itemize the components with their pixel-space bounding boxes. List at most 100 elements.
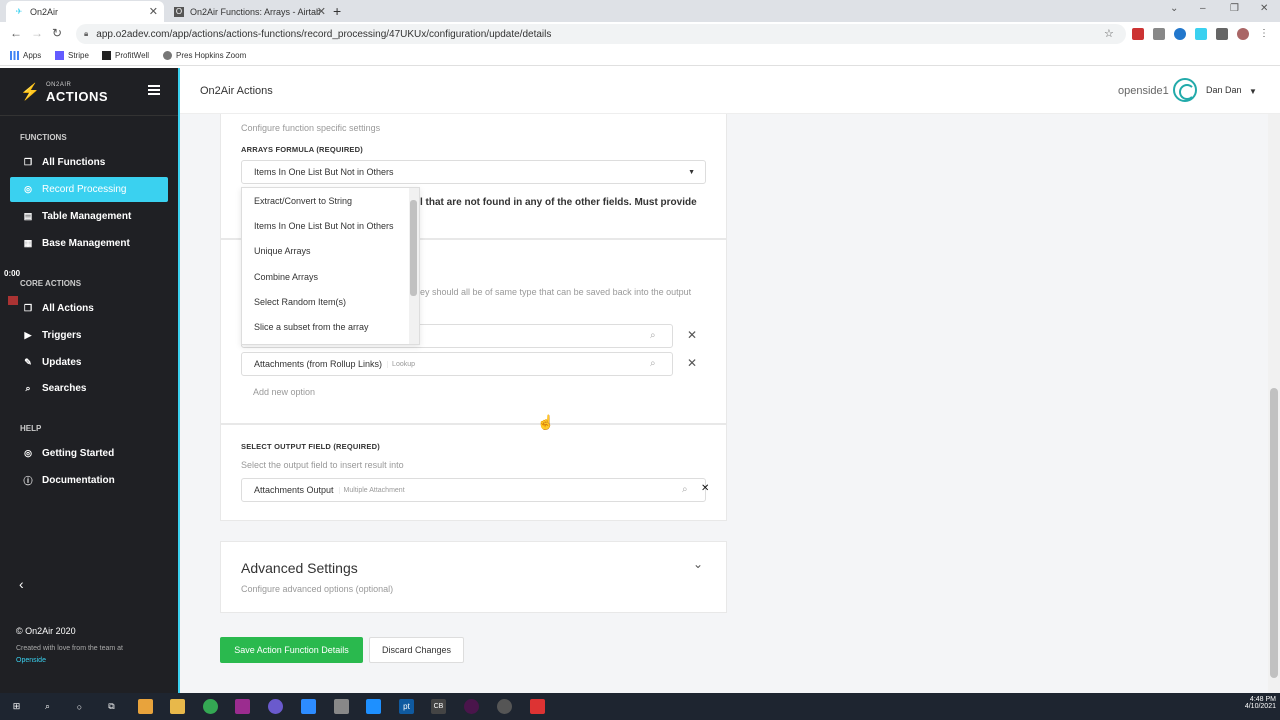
profitwell-icon [102, 51, 111, 60]
input-field-select[interactable]: Attachments (from Rollup Links) Lookup [241, 352, 673, 376]
hamburger-menu-icon[interactable] [148, 85, 160, 97]
minimize-icon[interactable]: – [1200, 3, 1206, 14]
extension-icon[interactable] [1174, 28, 1186, 40]
slack-icon[interactable] [464, 699, 479, 714]
file-explorer-icon[interactable] [170, 699, 185, 714]
dropdown-option[interactable]: Items In One List But Not in Others [242, 213, 419, 238]
workspace-avatar[interactable] [1173, 78, 1197, 102]
scrollbar-thumb[interactable] [1270, 388, 1278, 678]
bookmark-stripe[interactable]: Stripe [55, 51, 89, 60]
search-icon[interactable]: ⌕ [650, 358, 656, 369]
advanced-settings-card[interactable] [220, 541, 727, 613]
bookmark-zoom[interactable]: Pres Hopkins Zoom [163, 51, 246, 60]
sidebar-item-triggers[interactable]: ▶ Triggers [10, 323, 168, 348]
user-menu-caret-icon[interactable]: ▼ [1249, 87, 1257, 96]
footer-love-text: Created with love from the team at [16, 645, 123, 652]
back-icon[interactable]: ← [10, 26, 22, 40]
remove-field-icon[interactable]: ✕ [687, 356, 697, 370]
hand-cursor-icon: ☝ [537, 414, 555, 430]
mail-app-icon[interactable] [138, 699, 153, 714]
windows-start-icon[interactable]: ⊞ [9, 699, 24, 714]
app-header: On2Air Actions openside1 Dan Dan ▼ [180, 68, 1280, 114]
puzzle-icon[interactable] [1216, 28, 1228, 40]
save-button[interactable]: Save Action Function Details [220, 637, 363, 663]
page-title: On2Air Actions [200, 85, 273, 97]
profile-avatar-icon[interactable] [1237, 28, 1249, 40]
url-bar[interactable]: 🔒︎ app.o2adev.com/app/actions/actions-fu… [76, 24, 1126, 44]
footer-openside-link[interactable]: Openside [16, 657, 46, 664]
window-close-icon[interactable]: ✕ [1260, 3, 1268, 14]
sidebar-item-table-management[interactable]: ▤ Table Management [10, 204, 168, 229]
profile-dropdown-icon[interactable]: ⌄ [1170, 3, 1178, 14]
input-field-value: Attachments (from Rollup Links) [254, 359, 383, 369]
arrays-formula-select[interactable]: Items In One List But Not in Others ▼ [241, 160, 706, 184]
workspace-name[interactable]: openside1 [1118, 85, 1169, 97]
sidebar-item-getting-started[interactable]: ◎ Getting Started [10, 441, 168, 466]
extension-icon[interactable] [1153, 28, 1165, 40]
bookmark-star-icon[interactable]: ☆ [1104, 27, 1114, 40]
brand-logo[interactable]: ⚡ ON2AIR ACTIONS [20, 82, 108, 104]
cortana-icon[interactable]: ○ [72, 699, 87, 714]
dropdown-scrollbar[interactable] [409, 188, 419, 344]
sidebar-item-updates[interactable]: ✎ Updates [10, 350, 168, 375]
dropdown-option[interactable]: Combine Arrays [242, 264, 419, 289]
sidebar-item-base-management[interactable]: ▦ Base Management [10, 231, 168, 256]
recording-timer: 0:00 [4, 269, 21, 278]
forward-icon[interactable]: → [31, 26, 43, 40]
output-field-label: SELECT OUTPUT FIELD (REQUIRED) [241, 442, 380, 451]
menu-icon[interactable]: ⋮ [1259, 28, 1271, 40]
github-icon[interactable] [497, 699, 512, 714]
extension-icon[interactable] [1132, 28, 1144, 40]
search-icon[interactable]: ⌕ [682, 484, 688, 495]
chevron-down-icon[interactable]: ⌄ [693, 557, 703, 571]
sidebar-item-documentation[interactable]: ⓘ Documentation [10, 468, 168, 493]
reload-icon[interactable]: ↻ [52, 26, 62, 40]
dropdown-option[interactable]: Slice a subset from the array [242, 314, 419, 339]
dropdown-option[interactable]: Extract/Convert to String [242, 188, 419, 213]
browser-tab[interactable]: O On2Air Functions: Arrays - Airtab ✕ [166, 1, 332, 22]
search-icon[interactable]: ⌕ [40, 699, 55, 714]
add-new-option-link[interactable]: Add new option [253, 387, 315, 397]
app-icon[interactable] [366, 699, 381, 714]
browser-tab-active[interactable]: ✈ On2Air ✕ [6, 1, 164, 22]
sidebar-item-label: Record Processing [42, 184, 127, 195]
pycharm-icon[interactable] [235, 699, 250, 714]
sidebar-item-all-actions[interactable]: ❐ All Actions [10, 296, 168, 321]
bookmark-apps[interactable]: Apps [10, 51, 41, 60]
remove-field-icon[interactable]: ✕ [687, 328, 697, 342]
user-name[interactable]: Dan Dan [1206, 85, 1242, 95]
scrollbar-thumb[interactable] [410, 200, 417, 296]
dropdown-option[interactable]: Unique Arrays [242, 239, 419, 264]
pt-app-icon[interactable]: pt [399, 699, 414, 714]
clear-output-icon[interactable]: ✕ [701, 483, 709, 494]
page-scrollbar[interactable] [1268, 114, 1280, 693]
chrome-icon[interactable] [203, 699, 218, 714]
search-icon[interactable]: ⌕ [650, 330, 656, 341]
advanced-settings-desc: Configure advanced options (optional) [241, 584, 394, 594]
dropdown-option[interactable]: Select Random Item(s) [242, 289, 419, 314]
restore-icon[interactable]: ❐ [1230, 3, 1239, 14]
tab-close-icon[interactable]: ✕ [149, 5, 158, 18]
target-icon: ◎ [24, 448, 32, 458]
app-icon[interactable] [530, 699, 545, 714]
bookmark-profitwell[interactable]: ProfitWell [102, 51, 149, 60]
tab-title: On2Air [30, 6, 59, 17]
new-tab-icon[interactable]: + [333, 3, 341, 19]
output-field-select[interactable]: Attachments Output Multiple Attachment [241, 478, 706, 502]
tab-close-icon[interactable]: ✕ [317, 5, 326, 18]
extension-icon[interactable] [1195, 28, 1207, 40]
system-clock[interactable]: 4:48 PM 4/10/2021 [1236, 696, 1276, 710]
app-icon[interactable] [268, 699, 283, 714]
sidebar-item-all-functions[interactable]: ❐ All Functions [10, 150, 168, 175]
sidebar-item-record-processing[interactable]: ◎ Record Processing [10, 177, 168, 202]
collapse-sidebar-icon[interactable]: ‹ [19, 576, 24, 592]
app-icon[interactable] [334, 699, 349, 714]
zoom-icon[interactable] [301, 699, 316, 714]
on2air-logo-icon: ⚡ [20, 84, 40, 101]
task-view-icon[interactable]: ⧉ [104, 699, 119, 714]
sidebar-item-searches[interactable]: ⌕ Searches [10, 376, 168, 401]
cb-app-icon[interactable]: CB [431, 699, 446, 714]
discard-changes-button[interactable]: Discard Changes [369, 637, 464, 663]
on2air-favicon-icon: ✈ [15, 7, 23, 16]
copy-icon: ❐ [23, 157, 33, 167]
